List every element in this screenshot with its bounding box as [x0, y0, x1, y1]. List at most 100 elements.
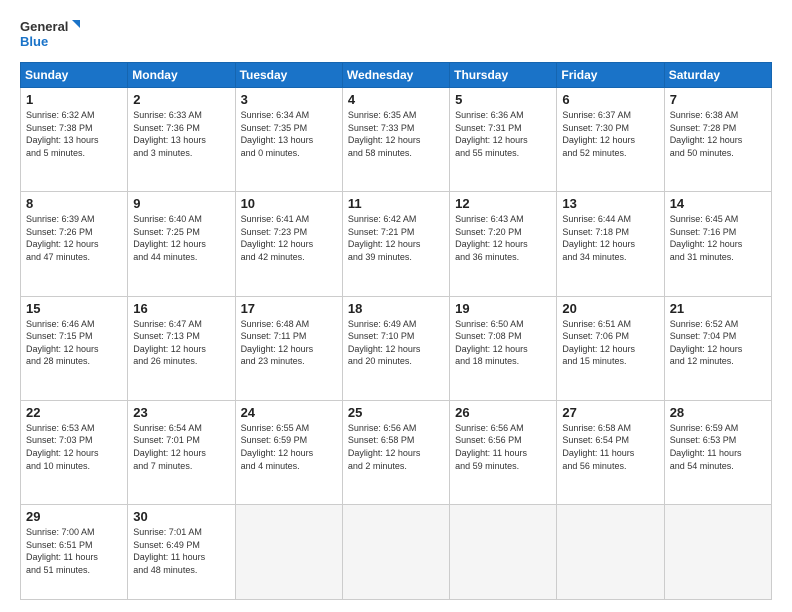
- day-cell-24: 24 Sunrise: 6:55 AMSunset: 6:59 PMDaylig…: [235, 400, 342, 504]
- day-info-12: Sunrise: 6:43 AMSunset: 7:20 PMDaylight:…: [455, 213, 551, 263]
- day-cell-8: 8 Sunrise: 6:39 AMSunset: 7:26 PMDayligh…: [21, 192, 128, 296]
- col-header-tuesday: Tuesday: [235, 63, 342, 88]
- day-number-30: 30: [133, 509, 229, 524]
- day-info-1: Sunrise: 6:32 AMSunset: 7:38 PMDaylight:…: [26, 109, 122, 159]
- day-number-21: 21: [670, 301, 766, 316]
- day-cell-27: 27 Sunrise: 6:58 AMSunset: 6:54 PMDaylig…: [557, 400, 664, 504]
- day-number-13: 13: [562, 196, 658, 211]
- day-cell-6: 6 Sunrise: 6:37 AMSunset: 7:30 PMDayligh…: [557, 88, 664, 192]
- day-cell-28: 28 Sunrise: 6:59 AMSunset: 6:53 PMDaylig…: [664, 400, 771, 504]
- logo: General Blue: [20, 16, 80, 52]
- day-info-24: Sunrise: 6:55 AMSunset: 6:59 PMDaylight:…: [241, 422, 337, 472]
- week-row-5: 29 Sunrise: 7:00 AMSunset: 6:51 PMDaylig…: [21, 505, 772, 600]
- day-number-10: 10: [241, 196, 337, 211]
- calendar-header-row: SundayMondayTuesdayWednesdayThursdayFrid…: [21, 63, 772, 88]
- day-info-11: Sunrise: 6:42 AMSunset: 7:21 PMDaylight:…: [348, 213, 444, 263]
- day-cell-1: 1 Sunrise: 6:32 AMSunset: 7:38 PMDayligh…: [21, 88, 128, 192]
- col-header-wednesday: Wednesday: [342, 63, 449, 88]
- day-info-3: Sunrise: 6:34 AMSunset: 7:35 PMDaylight:…: [241, 109, 337, 159]
- header: General Blue: [20, 16, 772, 52]
- day-info-27: Sunrise: 6:58 AMSunset: 6:54 PMDaylight:…: [562, 422, 658, 472]
- day-cell-25: 25 Sunrise: 6:56 AMSunset: 6:58 PMDaylig…: [342, 400, 449, 504]
- day-number-1: 1: [26, 92, 122, 107]
- empty-cell-4-3: [342, 505, 449, 600]
- day-info-26: Sunrise: 6:56 AMSunset: 6:56 PMDaylight:…: [455, 422, 551, 472]
- day-info-22: Sunrise: 6:53 AMSunset: 7:03 PMDaylight:…: [26, 422, 122, 472]
- svg-text:Blue: Blue: [20, 34, 48, 49]
- day-info-28: Sunrise: 6:59 AMSunset: 6:53 PMDaylight:…: [670, 422, 766, 472]
- empty-cell-4-2: [235, 505, 342, 600]
- calendar-table: SundayMondayTuesdayWednesdayThursdayFrid…: [20, 62, 772, 600]
- svg-text:General: General: [20, 19, 68, 34]
- day-number-23: 23: [133, 405, 229, 420]
- day-info-2: Sunrise: 6:33 AMSunset: 7:36 PMDaylight:…: [133, 109, 229, 159]
- day-cell-2: 2 Sunrise: 6:33 AMSunset: 7:36 PMDayligh…: [128, 88, 235, 192]
- col-header-friday: Friday: [557, 63, 664, 88]
- day-cell-14: 14 Sunrise: 6:45 AMSunset: 7:16 PMDaylig…: [664, 192, 771, 296]
- day-info-6: Sunrise: 6:37 AMSunset: 7:30 PMDaylight:…: [562, 109, 658, 159]
- day-info-21: Sunrise: 6:52 AMSunset: 7:04 PMDaylight:…: [670, 318, 766, 368]
- day-info-25: Sunrise: 6:56 AMSunset: 6:58 PMDaylight:…: [348, 422, 444, 472]
- day-number-29: 29: [26, 509, 122, 524]
- day-number-4: 4: [348, 92, 444, 107]
- day-cell-18: 18 Sunrise: 6:49 AMSunset: 7:10 PMDaylig…: [342, 296, 449, 400]
- day-cell-9: 9 Sunrise: 6:40 AMSunset: 7:25 PMDayligh…: [128, 192, 235, 296]
- day-number-20: 20: [562, 301, 658, 316]
- day-info-7: Sunrise: 6:38 AMSunset: 7:28 PMDaylight:…: [670, 109, 766, 159]
- day-info-9: Sunrise: 6:40 AMSunset: 7:25 PMDaylight:…: [133, 213, 229, 263]
- week-row-4: 22 Sunrise: 6:53 AMSunset: 7:03 PMDaylig…: [21, 400, 772, 504]
- day-info-16: Sunrise: 6:47 AMSunset: 7:13 PMDaylight:…: [133, 318, 229, 368]
- day-info-13: Sunrise: 6:44 AMSunset: 7:18 PMDaylight:…: [562, 213, 658, 263]
- week-row-2: 8 Sunrise: 6:39 AMSunset: 7:26 PMDayligh…: [21, 192, 772, 296]
- day-cell-17: 17 Sunrise: 6:48 AMSunset: 7:11 PMDaylig…: [235, 296, 342, 400]
- day-cell-20: 20 Sunrise: 6:51 AMSunset: 7:06 PMDaylig…: [557, 296, 664, 400]
- day-info-5: Sunrise: 6:36 AMSunset: 7:31 PMDaylight:…: [455, 109, 551, 159]
- day-cell-4: 4 Sunrise: 6:35 AMSunset: 7:33 PMDayligh…: [342, 88, 449, 192]
- day-number-26: 26: [455, 405, 551, 420]
- day-cell-26: 26 Sunrise: 6:56 AMSunset: 6:56 PMDaylig…: [450, 400, 557, 504]
- day-number-6: 6: [562, 92, 658, 107]
- col-header-saturday: Saturday: [664, 63, 771, 88]
- day-info-29: Sunrise: 7:00 AMSunset: 6:51 PMDaylight:…: [26, 526, 122, 576]
- day-cell-3: 3 Sunrise: 6:34 AMSunset: 7:35 PMDayligh…: [235, 88, 342, 192]
- day-info-15: Sunrise: 6:46 AMSunset: 7:15 PMDaylight:…: [26, 318, 122, 368]
- day-cell-12: 12 Sunrise: 6:43 AMSunset: 7:20 PMDaylig…: [450, 192, 557, 296]
- empty-cell-4-4: [450, 505, 557, 600]
- day-cell-11: 11 Sunrise: 6:42 AMSunset: 7:21 PMDaylig…: [342, 192, 449, 296]
- day-info-20: Sunrise: 6:51 AMSunset: 7:06 PMDaylight:…: [562, 318, 658, 368]
- day-info-10: Sunrise: 6:41 AMSunset: 7:23 PMDaylight:…: [241, 213, 337, 263]
- col-header-thursday: Thursday: [450, 63, 557, 88]
- day-info-14: Sunrise: 6:45 AMSunset: 7:16 PMDaylight:…: [670, 213, 766, 263]
- empty-cell-4-5: [557, 505, 664, 600]
- day-cell-10: 10 Sunrise: 6:41 AMSunset: 7:23 PMDaylig…: [235, 192, 342, 296]
- page: General Blue SundayMondayTuesdayWednesda…: [0, 0, 792, 612]
- day-cell-22: 22 Sunrise: 6:53 AMSunset: 7:03 PMDaylig…: [21, 400, 128, 504]
- day-number-25: 25: [348, 405, 444, 420]
- day-number-2: 2: [133, 92, 229, 107]
- week-row-3: 15 Sunrise: 6:46 AMSunset: 7:15 PMDaylig…: [21, 296, 772, 400]
- day-number-8: 8: [26, 196, 122, 211]
- day-info-30: Sunrise: 7:01 AMSunset: 6:49 PMDaylight:…: [133, 526, 229, 576]
- day-cell-16: 16 Sunrise: 6:47 AMSunset: 7:13 PMDaylig…: [128, 296, 235, 400]
- day-info-17: Sunrise: 6:48 AMSunset: 7:11 PMDaylight:…: [241, 318, 337, 368]
- empty-cell-4-6: [664, 505, 771, 600]
- day-number-11: 11: [348, 196, 444, 211]
- day-number-16: 16: [133, 301, 229, 316]
- day-cell-19: 19 Sunrise: 6:50 AMSunset: 7:08 PMDaylig…: [450, 296, 557, 400]
- day-cell-30: 30 Sunrise: 7:01 AMSunset: 6:49 PMDaylig…: [128, 505, 235, 600]
- day-number-17: 17: [241, 301, 337, 316]
- day-number-12: 12: [455, 196, 551, 211]
- day-number-7: 7: [670, 92, 766, 107]
- day-number-28: 28: [670, 405, 766, 420]
- day-number-19: 19: [455, 301, 551, 316]
- day-info-18: Sunrise: 6:49 AMSunset: 7:10 PMDaylight:…: [348, 318, 444, 368]
- day-cell-23: 23 Sunrise: 6:54 AMSunset: 7:01 PMDaylig…: [128, 400, 235, 504]
- col-header-monday: Monday: [128, 63, 235, 88]
- day-cell-7: 7 Sunrise: 6:38 AMSunset: 7:28 PMDayligh…: [664, 88, 771, 192]
- day-cell-13: 13 Sunrise: 6:44 AMSunset: 7:18 PMDaylig…: [557, 192, 664, 296]
- day-cell-5: 5 Sunrise: 6:36 AMSunset: 7:31 PMDayligh…: [450, 88, 557, 192]
- day-cell-15: 15 Sunrise: 6:46 AMSunset: 7:15 PMDaylig…: [21, 296, 128, 400]
- day-number-15: 15: [26, 301, 122, 316]
- day-number-24: 24: [241, 405, 337, 420]
- day-number-18: 18: [348, 301, 444, 316]
